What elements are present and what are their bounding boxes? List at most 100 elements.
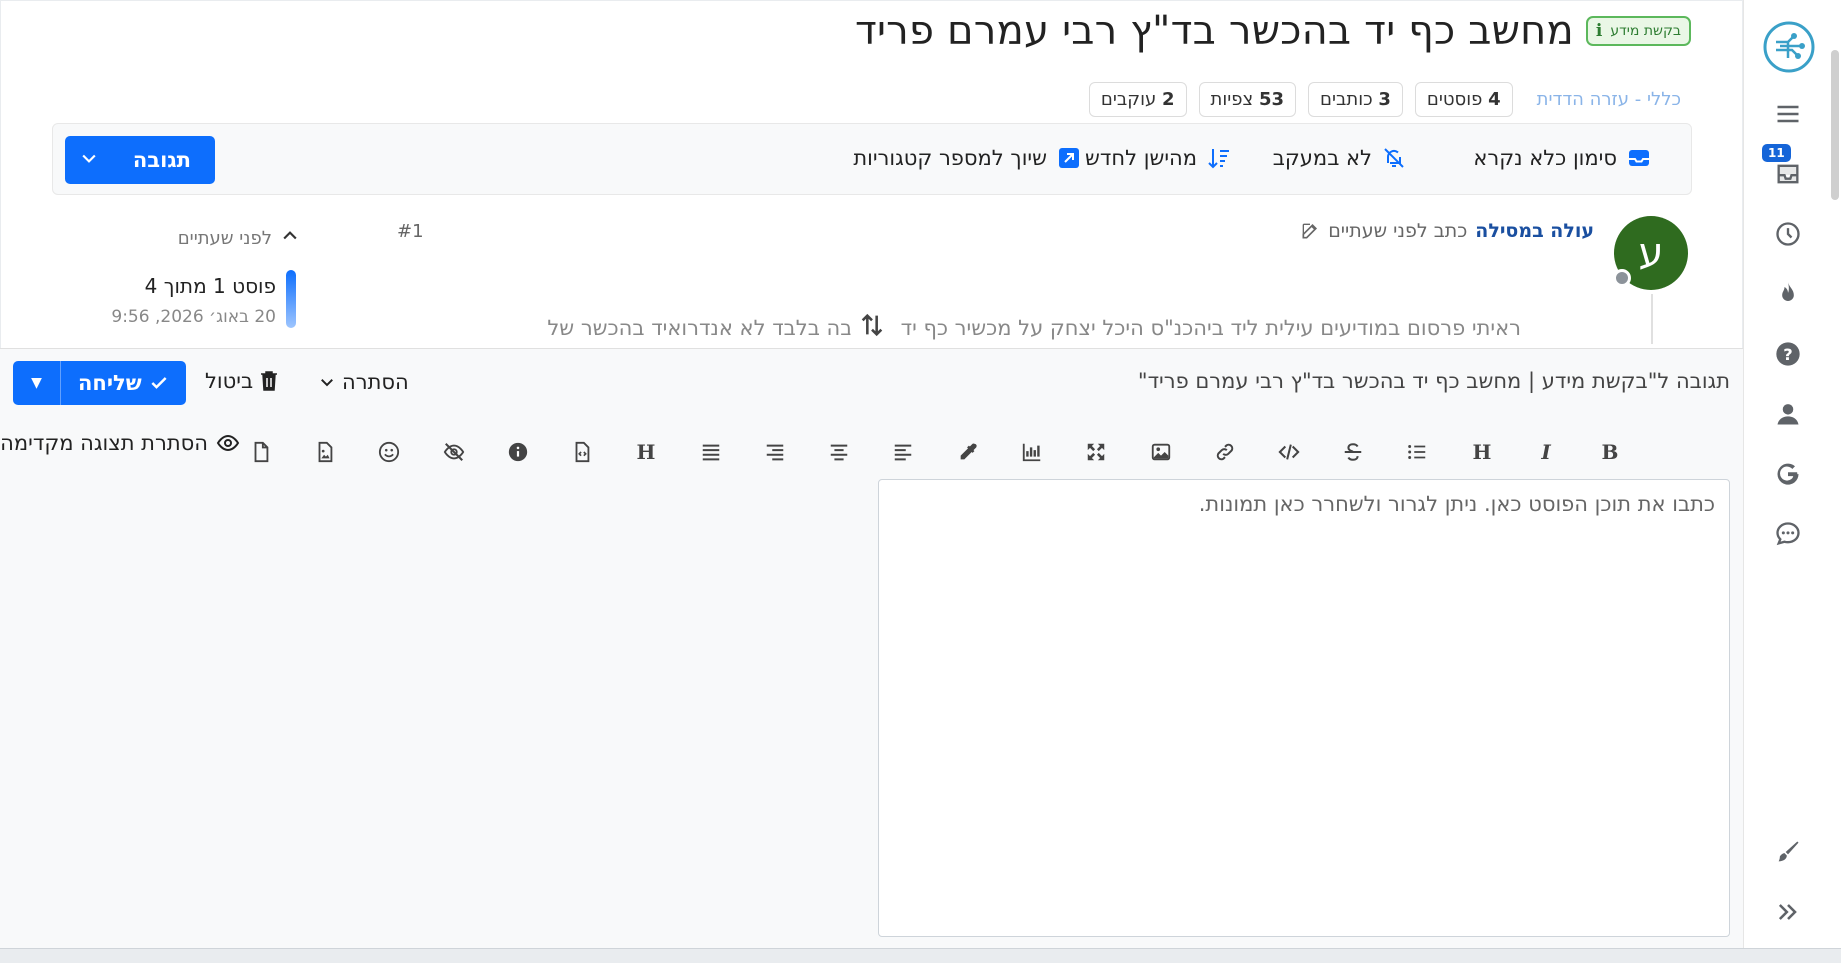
send-button[interactable]: ▼ שליחה <box>13 361 186 405</box>
cancel-label: ביטול <box>205 369 254 393</box>
mark-unread-label: סימון כלא נקרא <box>1473 146 1617 170</box>
user-profile-icon[interactable] <box>1766 392 1810 436</box>
send-main[interactable]: שליחה <box>61 371 186 395</box>
fullscreen-icon[interactable] <box>1081 437 1111 467</box>
expand-sidebar-chevrons-icon[interactable] <box>1766 890 1810 934</box>
check-icon <box>151 377 167 389</box>
mark-unread-button[interactable]: סימון כלא נקרא <box>1473 146 1651 170</box>
theme-brush-icon[interactable] <box>1766 830 1810 874</box>
file-icon[interactable] <box>246 437 276 467</box>
topic-title-row: בקשת מידע i מחשב כף יד בהכשר בד"ץ רבי עמ… <box>855 8 1691 54</box>
vertical-scrollbar[interactable] <box>1831 50 1839 200</box>
bulleted-list-icon[interactable] <box>1402 437 1432 467</box>
chevron-up-icon[interactable] <box>280 226 300 251</box>
topic-stats-row: כללי - עזרה הדדית 4 פוסטים 3 כותבים 53 צ… <box>1088 82 1681 117</box>
topic-toolbar: סימון כלא נקרא לא במעקב מהישן לחדש שיוך … <box>52 123 1692 195</box>
align-justify-icon[interactable] <box>696 437 726 467</box>
svg-text:?: ? <box>1783 345 1792 364</box>
image-icon[interactable] <box>1146 437 1176 467</box>
align-left-icon[interactable] <box>888 437 918 467</box>
popular-fire-icon[interactable] <box>1766 272 1810 316</box>
hide-composer-dropdown[interactable]: הסתרה <box>318 370 409 394</box>
timeline-date: 20 באוג׳ 2026, 9:56 <box>111 307 276 327</box>
chat-bubble-icon[interactable] <box>1766 512 1810 556</box>
site-logo-icon[interactable] <box>1758 16 1820 78</box>
info-circle-icon[interactable] <box>503 437 533 467</box>
stat-posts-label: פוסטים <box>1426 89 1483 110</box>
stat-posts: 4 פוסטים <box>1414 82 1513 117</box>
cancel-button[interactable]: ביטול <box>205 369 279 393</box>
help-question-icon[interactable]: ? <box>1766 332 1810 376</box>
post-thread-line <box>1651 294 1653 344</box>
multi-category-label: שיוך למספר קטגוריות <box>853 146 1047 170</box>
file-image-icon[interactable] <box>310 437 340 467</box>
toggle-preview-button[interactable]: הסתרת תצוגה מקדימה <box>0 431 240 455</box>
eyedropper-icon[interactable] <box>953 437 983 467</box>
send-options-caret-icon[interactable]: ▼ <box>13 361 61 405</box>
sort-oldest-newest-button[interactable]: מהישן לחדש <box>1085 146 1231 170</box>
stat-views-count: 53 <box>1258 89 1284 110</box>
trash-icon <box>261 371 278 391</box>
bold-icon[interactable]: B <box>1595 437 1625 467</box>
align-center-icon[interactable] <box>824 437 854 467</box>
post-number-link[interactable]: #1 <box>397 221 424 242</box>
chart-poll-icon[interactable] <box>1017 437 1047 467</box>
stat-writers: 3 כותבים <box>1308 82 1403 117</box>
stat-followers: 2 עוקבים <box>1088 82 1187 117</box>
breadcrumb-category-link[interactable]: כללי - עזרה הדדית <box>1537 89 1681 110</box>
toggle-preview-label: הסתרת תצוגה מקדימה <box>0 431 208 455</box>
stat-views: 53 צפיות <box>1198 82 1296 117</box>
timeline-scroll-handle[interactable] <box>286 270 296 328</box>
bell-slash-icon <box>1384 148 1404 168</box>
post-time[interactable]: כתב לפני שעתיים <box>1328 220 1467 242</box>
reply-button[interactable]: תגובה <box>65 136 215 184</box>
page-title: מחשב כף יד בהכשר בד"ץ רבי עמרם פריד <box>855 8 1574 54</box>
topic-timeline: לפני שעתיים פוסט 1 מתוך 4 20 באוג׳ 2026,… <box>111 226 300 328</box>
heading-icon[interactable]: H <box>1467 437 1497 467</box>
code-icon[interactable] <box>1274 437 1304 467</box>
recent-clock-icon[interactable] <box>1766 212 1810 256</box>
hamburger-menu-icon[interactable] <box>1766 92 1810 136</box>
stat-posts-count: 4 <box>1488 89 1501 110</box>
eye-icon <box>216 434 240 452</box>
file-code-icon[interactable] <box>567 437 597 467</box>
edited-pencil-icon <box>1302 223 1318 239</box>
notifications-inbox-icon[interactable]: 11 <box>1762 144 1810 196</box>
align-right-icon[interactable] <box>760 437 790 467</box>
notification-count-badge: 11 <box>1762 144 1791 162</box>
stat-writers-count: 3 <box>1378 89 1391 110</box>
stat-views-label: צפיות <box>1210 89 1254 110</box>
italic-icon[interactable]: I <box>1531 437 1561 467</box>
strikethrough-icon[interactable] <box>1338 437 1368 467</box>
stat-writers-label: כותבים <box>1320 89 1373 110</box>
post-meta: עולה במסילה כתב לפני שעתיים <box>1300 220 1594 242</box>
not-watching-button[interactable]: לא במעקב <box>1273 146 1406 170</box>
multi-category-button[interactable]: שיוך למספר קטגוריות <box>853 146 1081 170</box>
post-content-editor[interactable] <box>878 479 1730 937</box>
info-icon: i <box>1595 21 1603 41</box>
category-badge[interactable]: בקשת מידע i <box>1585 16 1691 46</box>
user-status-dot <box>1613 269 1631 287</box>
emoji-smile-icon[interactable] <box>374 437 404 467</box>
external-arrow-icon <box>1059 148 1079 168</box>
heading-alt-icon[interactable]: H <box>631 437 661 467</box>
timeline-top-label: לפני שעתיים <box>177 228 272 249</box>
timeline-top[interactable]: לפני שעתיים <box>150 226 300 251</box>
not-watching-label: לא במעקב <box>1272 146 1372 170</box>
sort-label: מהישן לחדש <box>1085 146 1197 170</box>
reply-composer: תגובה ל"בקשת מידע | מחשב כף יד בהכשר בד"… <box>0 348 1743 948</box>
timeline-post-index: פוסט 1 מתוך 4 <box>144 274 276 298</box>
link-icon[interactable] <box>1210 437 1240 467</box>
reply-button-label: תגובה <box>132 148 191 172</box>
swap-arrows-icon[interactable] <box>850 298 894 352</box>
hide-label: הסתרה <box>342 370 409 394</box>
chevron-down-icon[interactable] <box>79 148 99 173</box>
sidebar: 11 ? <box>1743 0 1841 963</box>
send-label: שליחה <box>78 371 142 395</box>
google-g-icon[interactable] <box>1766 452 1810 496</box>
spoiler-eye-slash-icon[interactable] <box>439 437 469 467</box>
post-author-link[interactable]: עולה במסילה <box>1475 220 1594 242</box>
stat-followers-label: עוקבים <box>1100 89 1157 110</box>
category-badge-label: בקשת מידע <box>1610 23 1681 39</box>
composer-title: תגובה ל"בקשת מידע | מחשב כף יד בהכשר בד"… <box>1137 369 1730 393</box>
